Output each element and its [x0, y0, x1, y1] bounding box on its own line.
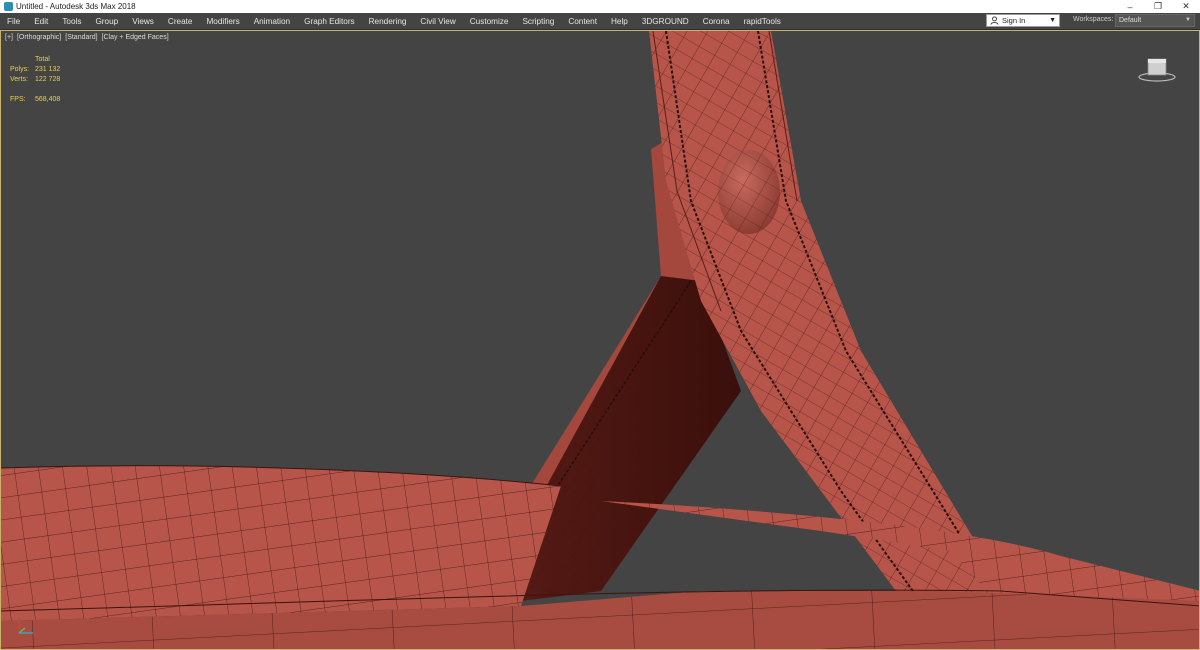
viewport-menu[interactable]: [+]	[5, 34, 13, 41]
fps-label: FPS:	[10, 96, 26, 103]
menu-create[interactable]: Create	[161, 17, 200, 26]
chevron-down-icon: ▼	[1049, 17, 1056, 24]
viewport-label[interactable]: [+] [Orthographic] [Standard] [Clay + Ed…	[5, 34, 171, 41]
workspaces-value: Default	[1119, 17, 1142, 24]
axis-tripod-icon	[18, 618, 33, 634]
menu-content[interactable]: Content	[561, 17, 604, 26]
viewport-mode[interactable]: [Standard]	[65, 34, 97, 41]
restore-button[interactable]: ❐	[1144, 0, 1172, 13]
menu-edit[interactable]: Edit	[27, 17, 55, 26]
viewport[interactable]: [+] [Orthographic] [Standard] [Clay + Ed…	[0, 30, 1200, 650]
menu-corona[interactable]: Corona	[696, 17, 737, 26]
menu-scripting[interactable]: Scripting	[515, 17, 561, 26]
workspaces-label: Workspaces:	[1073, 16, 1114, 23]
menu-help[interactable]: Help	[604, 17, 635, 26]
verts-value: 122 728	[35, 76, 61, 83]
menu-customize[interactable]: Customize	[463, 17, 516, 26]
fps-value: 568,408	[35, 96, 61, 103]
statistics-overlay: Total Polys: 231 132 Verts: 122 728 FPS: 56…	[10, 55, 60, 105]
polys-value: 231 132	[35, 66, 61, 73]
menu-3dground[interactable]: 3DGROUND	[635, 17, 696, 26]
menu-animation[interactable]: Animation	[247, 17, 297, 26]
sign-in-dropdown[interactable]: Sign In ▼	[986, 14, 1060, 27]
app-icon	[4, 2, 13, 11]
viewport-scene[interactable]	[1, 31, 1200, 650]
stats-header: Total	[35, 56, 50, 63]
viewcube-icon[interactable]	[1137, 55, 1177, 85]
menu-graph-editors[interactable]: Graph Editors	[297, 17, 362, 26]
sign-in-label: Sign In	[1002, 16, 1026, 25]
menu-rapidtools[interactable]: rapidTools	[737, 17, 788, 26]
minimize-button[interactable]: –	[1116, 0, 1144, 13]
menu-group[interactable]: Group	[88, 17, 125, 26]
menu-views[interactable]: Views	[125, 17, 161, 26]
polys-label: Polys:	[10, 66, 30, 73]
user-icon	[990, 16, 999, 25]
viewport-shading[interactable]: [Clay + Edged Faces]	[102, 34, 169, 41]
verts-label: Verts:	[10, 76, 28, 83]
menu-civil-view[interactable]: Civil View	[413, 17, 462, 26]
menu-file[interactable]: File	[0, 17, 27, 26]
menu-bar: File Edit Tools Group Views Create Modif…	[0, 13, 1200, 30]
window-controls: – ❐ ✕	[1116, 0, 1200, 13]
close-button[interactable]: ✕	[1172, 0, 1200, 13]
workspaces-select[interactable]: Default ▼	[1115, 14, 1195, 27]
window-title: Untitled - Autodesk 3ds Max 2018	[16, 2, 136, 11]
menu-rendering[interactable]: Rendering	[362, 17, 414, 26]
viewport-view[interactable]: [Orthographic]	[17, 34, 61, 41]
menu-tools[interactable]: Tools	[55, 17, 88, 26]
chevron-down-icon: ▼	[1185, 17, 1191, 23]
menu-modifiers[interactable]: Modifiers	[199, 17, 246, 26]
title-bar: Untitled - Autodesk 3ds Max 2018 – ❐ ✕	[0, 0, 1200, 13]
